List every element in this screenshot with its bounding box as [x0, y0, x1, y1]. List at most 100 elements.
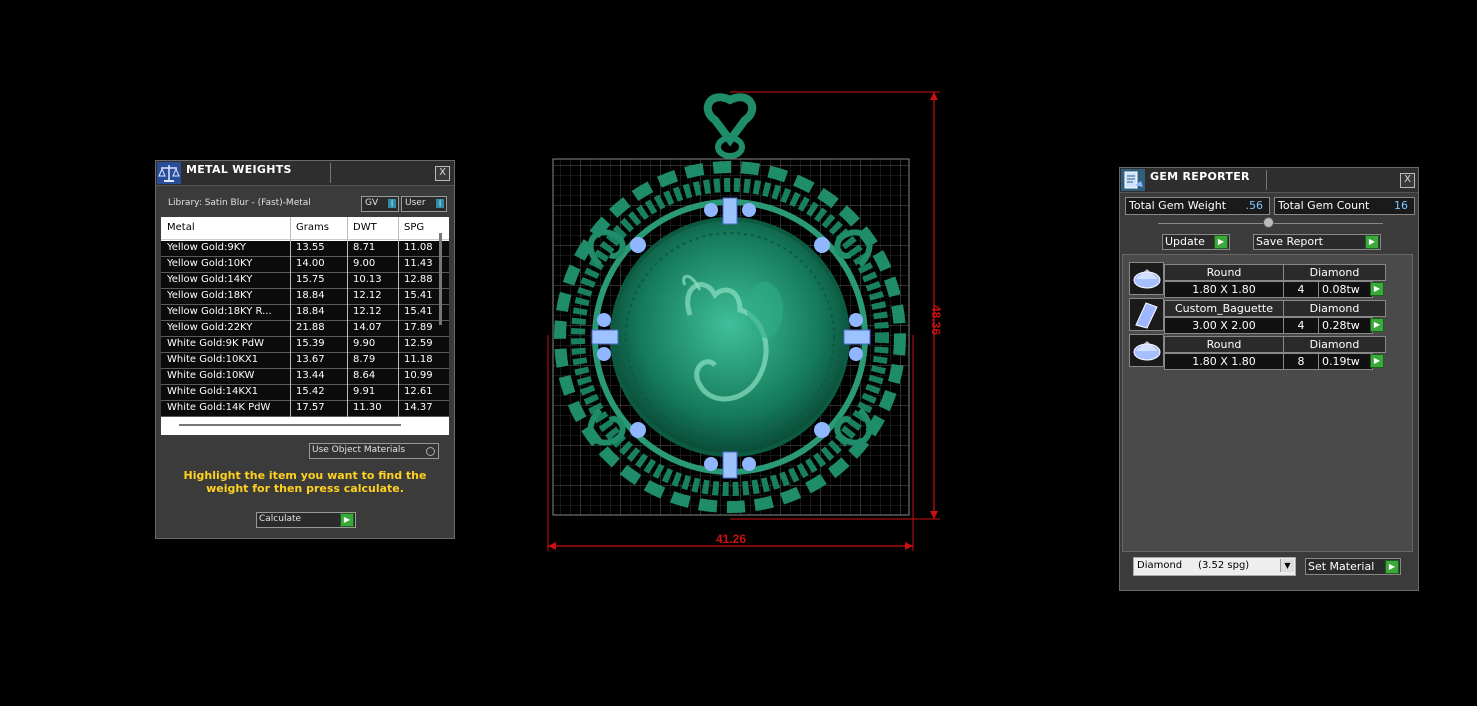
- play-arrow-icon: ▶: [340, 513, 354, 527]
- use-object-materials-toggle[interactable]: Use Object Materials: [309, 443, 439, 459]
- table-row[interactable]: Yellow Gold:22KY 21.88 14.07 17.89: [161, 321, 449, 337]
- play-arrow-icon[interactable]: ▶: [1370, 282, 1384, 296]
- cell-grams: 18.84: [296, 306, 325, 317]
- col-metal[interactable]: Metal: [167, 222, 195, 233]
- hint-text: Highlight the item you want to find the …: [183, 469, 427, 495]
- gem-reporter-titlebar[interactable]: GEM REPORTER X: [1120, 168, 1418, 193]
- total-gem-count-value: 16: [1394, 199, 1408, 212]
- calculate-button[interactable]: Calculate ▶: [256, 512, 356, 528]
- gem-row[interactable]: Round Diamond 1.80 X 1.80 8 0.19tw ▶: [1129, 334, 1387, 370]
- col-spg[interactable]: SPG: [404, 222, 424, 233]
- titlebar-divider: [1266, 170, 1267, 190]
- height-dimension-value: 48.36: [929, 305, 943, 335]
- material-select[interactable]: Diamond (3.52 spg) ▼: [1133, 557, 1296, 576]
- cell-metal: White Gold:14K PdW: [167, 402, 271, 413]
- cell-dwt: 8.64: [353, 370, 376, 381]
- cell-dwt: 10.13: [353, 274, 382, 285]
- table-row[interactable]: Yellow Gold:9KY 13.55 8.71 11.08: [161, 241, 449, 257]
- horizontal-scrollbar[interactable]: [179, 424, 401, 426]
- gv-label: GV: [365, 198, 379, 208]
- baguette-gem-icon: [1129, 298, 1164, 331]
- use-object-materials-label: Use Object Materials: [312, 445, 406, 455]
- set-material-button[interactable]: Set Material ▶: [1305, 558, 1401, 575]
- gem-material: Diamond: [1283, 300, 1386, 317]
- total-gem-weight-box: Total Gem Weight .56: [1125, 197, 1270, 215]
- splitter-knob-icon[interactable]: [1263, 217, 1274, 228]
- cell-dwt: 14.07: [353, 322, 382, 333]
- cell-grams: 13.44: [296, 370, 325, 381]
- user-label: User: [405, 198, 426, 208]
- metal-weights-titlebar[interactable]: METAL WEIGHTS X: [156, 161, 454, 186]
- save-report-button[interactable]: Save Report ▶: [1253, 234, 1381, 250]
- cell-metal: White Gold:14KX1: [167, 386, 259, 397]
- user-toggle[interactable]: User |: [401, 196, 447, 212]
- gem-list[interactable]: Round Diamond 1.80 X 1.80 4 0.08tw ▶ Custom_Ba…: [1122, 254, 1413, 552]
- play-arrow-icon[interactable]: ▶: [1370, 354, 1384, 368]
- cell-spg: 11.43: [404, 258, 433, 269]
- cell-spg: 14.37: [404, 402, 433, 413]
- table-row[interactable]: White Gold:9K PdW 15.39 9.90 12.59: [161, 337, 449, 353]
- cell-metal: White Gold:9K PdW: [167, 338, 264, 349]
- gem-reporter-title: GEM REPORTER: [1150, 170, 1250, 183]
- cell-grams: 15.39: [296, 338, 325, 349]
- table-row[interactable]: Yellow Gold:10KY 14.00 9.00 11.43: [161, 257, 449, 273]
- save-report-label: Save Report: [1256, 235, 1323, 248]
- cell-spg: 11.08: [404, 242, 433, 253]
- table-row[interactable]: White Gold:14K PdW 17.57 11.30 14.37: [161, 401, 449, 417]
- cell-grams: 13.55: [296, 242, 325, 253]
- round-gem-icon: [1129, 334, 1164, 367]
- total-gem-count-box: Total Gem Count 16: [1274, 197, 1415, 215]
- cell-metal: Yellow Gold:10KY: [167, 258, 253, 269]
- update-button[interactable]: Update ▶: [1162, 234, 1230, 250]
- cell-dwt: 8.79: [353, 354, 376, 365]
- width-dimension-value: 41.26: [716, 532, 746, 546]
- column-divider: [398, 217, 399, 417]
- titlebar-divider: [330, 163, 331, 183]
- update-label: Update: [1165, 235, 1205, 248]
- col-dwt[interactable]: DWT: [353, 222, 377, 233]
- gem-count: 4: [1283, 281, 1319, 298]
- total-gem-count-label: Total Gem Count: [1278, 199, 1370, 212]
- cell-spg: 10.99: [404, 370, 433, 381]
- cell-spg: 15.41: [404, 290, 433, 301]
- play-arrow-icon: ▶: [1214, 235, 1228, 249]
- table-row[interactable]: Yellow Gold:14KY 15.75 10.13 12.88: [161, 273, 449, 289]
- metal-weights-panel: METAL WEIGHTS X Library: Satin Blur - (F…: [155, 160, 455, 539]
- cell-grams: 15.75: [296, 274, 325, 285]
- gem-reporter-panel: GEM REPORTER X Total Gem Weight .56 Tota…: [1119, 167, 1419, 591]
- metal-table-header: Metal Grams DWT SPG: [161, 217, 449, 240]
- table-row[interactable]: Yellow Gold:18KY 18.84 12.12 15.41: [161, 289, 449, 305]
- cell-dwt: 9.91: [353, 386, 376, 397]
- gv-toggle[interactable]: GV |: [361, 196, 399, 212]
- total-gem-weight-value: .56: [1245, 199, 1264, 212]
- table-row[interactable]: White Gold:10KX1 13.67 8.79 11.18: [161, 353, 449, 369]
- gem-count: 8: [1283, 353, 1319, 370]
- gem-row[interactable]: Round Diamond 1.80 X 1.80 4 0.08tw ▶: [1129, 262, 1387, 298]
- close-icon[interactable]: X: [1400, 173, 1415, 188]
- gem-count: 4: [1283, 317, 1319, 334]
- col-grams[interactable]: Grams: [296, 222, 329, 233]
- gem-shape: Round: [1164, 336, 1284, 353]
- table-row[interactable]: White Gold:14KX1 15.42 9.91 12.61: [161, 385, 449, 401]
- cell-grams: 17.57: [296, 402, 325, 413]
- table-row[interactable]: White Gold:10KW 13.44 8.64 10.99: [161, 369, 449, 385]
- chevron-down-icon: ▼: [1280, 559, 1294, 572]
- metal-table[interactable]: Metal Grams DWT SPG Yellow Gold:9KY 13.55…: [161, 217, 449, 435]
- model-viewport[interactable]: 48.36 41.26: [540, 85, 960, 555]
- table-row[interactable]: Yellow Gold:18KY R... 18.84 12.12 15.41: [161, 305, 449, 321]
- vertical-scrollbar[interactable]: [439, 233, 442, 325]
- cell-dwt: 11.30: [353, 402, 382, 413]
- gem-row[interactable]: Custom_Baguette Diamond 3.00 X 2.00 4 0.28tw…: [1129, 298, 1387, 334]
- report-icon: [1121, 169, 1145, 191]
- cell-metal: Yellow Gold:18KY: [167, 290, 253, 301]
- column-divider: [290, 217, 291, 417]
- play-arrow-icon[interactable]: ▶: [1370, 318, 1384, 332]
- gem-shape: Round: [1164, 264, 1284, 281]
- gem-weight: 0.19tw: [1318, 353, 1373, 370]
- radio-icon: [426, 447, 435, 456]
- cell-dwt: 8.71: [353, 242, 376, 253]
- set-material-label: Set Material: [1308, 560, 1375, 573]
- cell-metal: Yellow Gold:22KY: [167, 322, 253, 333]
- cell-metal: White Gold:10KX1: [167, 354, 259, 365]
- close-icon[interactable]: X: [435, 166, 450, 181]
